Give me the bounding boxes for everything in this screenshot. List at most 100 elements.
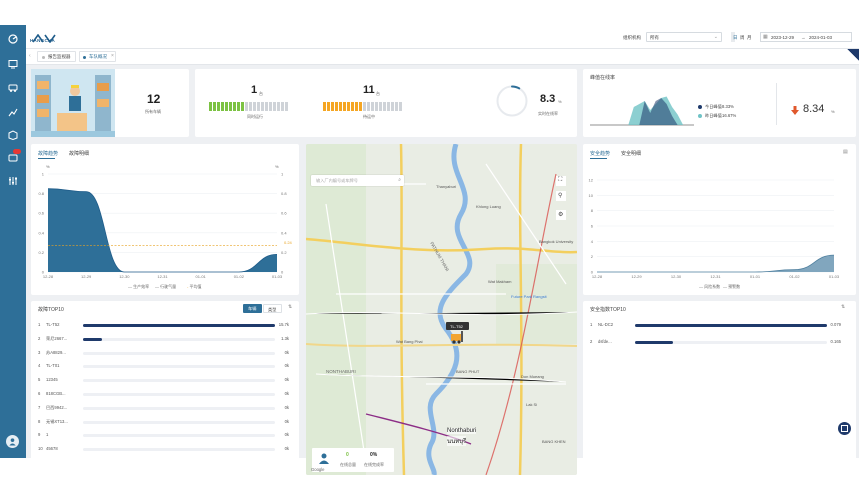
row-name: 818CGB... [46,391,66,396]
online-rate-label: 实时在线率 [538,111,558,116]
safety-trend-chart: 02468101212-28 12-29 12-30 12-31 01-01 01-02 0… [589,178,840,280]
btn-by-type[interactable]: 类型 [263,304,282,313]
vehicle-icon[interactable] [5,80,20,95]
tab-fault-detail[interactable]: 故障明细 [69,150,89,157]
sort-icon[interactable]: ⇅ [841,304,845,310]
progress-segment [375,102,378,111]
standby-value: 11 [363,84,375,96]
list-item[interactable]: 1 NL-DC2 0.079 [590,322,841,330]
btn-label: 类型 [268,306,277,312]
progress-segment [285,102,288,111]
progress-segment [363,102,366,111]
peak-delta-value: 8.34 [803,103,825,115]
tab-fault-trend[interactable]: 故障趋势 [38,150,58,157]
btn-by-vehicle[interactable]: 车辆 [243,304,262,313]
row-bar [83,337,103,341]
series-line [597,254,835,273]
list-item[interactable]: 2 荣尼2667... 1.3k [38,336,289,344]
map-canvas[interactable] [306,144,577,475]
search-icon[interactable]: ⌕ [398,177,401,183]
pin-icon[interactable]: ⚲ [556,191,566,201]
safety-top10-card: 安全指数TOP10 ⇅ 1 NL-DC2 0.079 2 dsfde... 0.165 [583,301,856,475]
progress-segment [217,102,220,111]
progress-segment [241,102,244,111]
list-item[interactable]: 3 苏A8829... 0k [38,350,289,358]
google-attribution: Google [311,467,325,472]
vehicle-marker-label[interactable]: TL-T52 [446,322,469,330]
progress-segment [343,102,346,111]
tab-underline [590,158,607,159]
chart-icon[interactable] [5,104,20,119]
map-label-wat-bang-phai: Wat Bang Phai [396,339,423,344]
org-label: 组织机构 [623,35,641,40]
close-icon[interactable]: × [111,53,114,59]
list-item[interactable]: 9 1 0k [38,432,289,440]
mode-week[interactable]: 周 [740,35,745,41]
row-value: 1.3k [281,335,289,341]
list-item[interactable]: 1 TL-T52 15.7k [38,322,289,330]
settings-icon[interactable]: ⚙ [556,210,566,220]
map-label-thanyaburi: Thanyaburi [436,184,457,189]
list-item[interactable]: 5 12345 0k [38,377,289,385]
settings-sliders-icon[interactable] [5,173,20,188]
dashboard-icon[interactable] [5,31,20,46]
tab-safety-trend[interactable]: 安全趋势 [590,150,610,157]
corner-toggle[interactable] [847,49,859,61]
brand-logo[interactable]: HANGCHA [30,30,58,44]
box-icon[interactable] [5,127,20,142]
tab-report-monitor[interactable]: 报告监视器 [37,51,76,62]
legend-production: — 生产效率 [128,284,150,289]
series-area [48,188,277,272]
map-label-bang-phut: BANG PHUT [456,369,480,374]
tab-scroll-left-icon[interactable]: ‹ [29,53,31,59]
fullscreen-icon[interactable]: ⛶ [556,176,566,186]
legend-travel: — 行驶气量 [155,284,177,289]
row-index: 1 [590,322,593,327]
map-label-wat-makham: Wat Makham [488,279,512,284]
calendar-icon: ▦ [763,34,768,40]
org-select[interactable]: 所有 ⌄ [646,32,722,42]
list-item[interactable]: 7 巴西9942... 0k [38,405,289,413]
list-item[interactable]: 8 无锡XT13... 0k [38,419,289,427]
map-label-lak-si: Lak Si [526,402,538,407]
date-range-picker[interactable]: ▦ 2023-12-29 → 2024-01-03 [760,32,852,42]
online-rate-value: 8.3 [540,93,556,105]
list-item[interactable]: 6 818CGB... 0k [38,391,289,399]
progress-segment [359,102,362,111]
row-index: 1 [38,322,41,327]
legend-swatch-today [698,105,702,109]
person-icon [319,453,329,464]
y-tick-label-right: 0.4 [281,230,287,235]
user-avatar[interactable] [6,435,19,448]
list-item[interactable]: 10 45678 0k [38,446,289,454]
mode-day[interactable]: 日 [733,35,738,41]
tab-safety-detail[interactable]: 安全明细 [621,150,641,157]
tab-fleet-overview[interactable]: 车队概况 × [79,51,116,62]
row-index: 8 [38,418,41,424]
map-label-don-mueang: Don Mueang [521,374,544,379]
row-value: 0k [284,418,289,424]
brand-name: HANGCHA [30,38,56,43]
legend-warnings: — 预警数 [723,284,741,289]
forklift-icon[interactable] [450,330,466,344]
y-tick-label: 0.2 [38,250,44,255]
sort-icon[interactable]: ⇅ [288,304,292,310]
progress-segment [257,102,260,111]
monitor-icon[interactable] [5,56,20,71]
date-end: 2024-01-03 [809,35,833,40]
mode-month[interactable]: 月 [747,35,752,41]
list-item[interactable]: 4 TL-T01 0k [38,363,289,371]
row-index: 6 [38,391,41,396]
tab-dot [42,56,45,59]
map-label-bang-khen: BANG KHEN [542,439,566,444]
tab-underline [38,158,55,159]
progress-segment [367,102,370,111]
menu-icon[interactable]: ▤ [843,149,848,155]
date-separator: → [801,35,806,40]
list-item[interactable]: 2 dsfde... 0.165 [590,339,841,347]
fleet-map[interactable]: PATHUM THANI NONTHABURI Nonthaburi นนทบุ… [306,144,577,475]
help-fab-button[interactable] [838,422,851,435]
online-count-label: 在线总量 [340,462,356,467]
map-search-input[interactable]: 输入厂内编号或车牌号 ⌕ [311,175,404,186]
standby-progress-bar [323,102,402,111]
